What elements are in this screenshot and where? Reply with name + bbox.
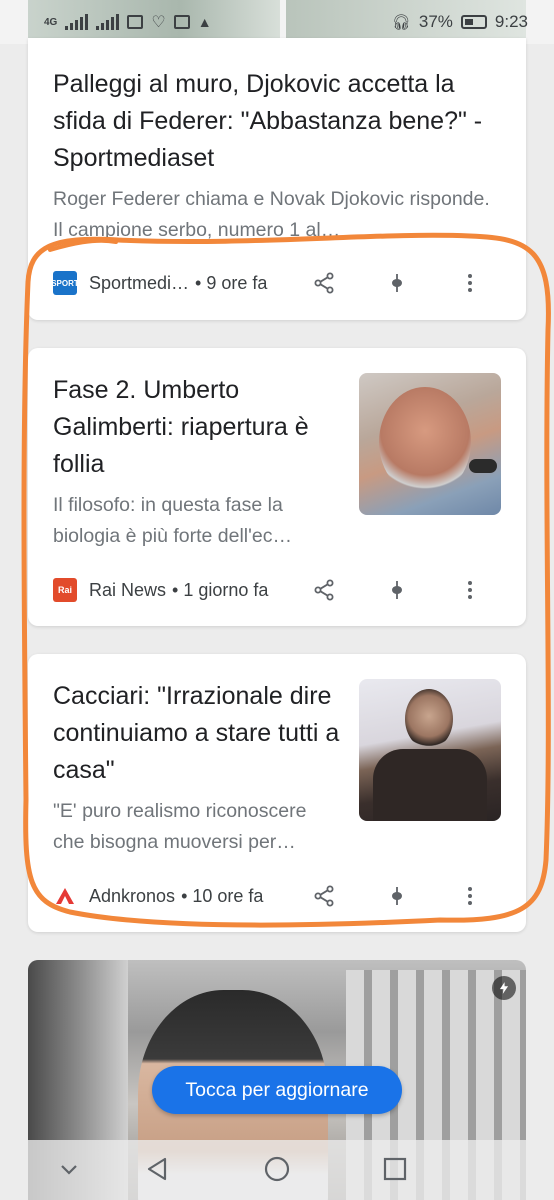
pin-icon[interactable]: [385, 884, 409, 908]
navigation-bar: [0, 1140, 554, 1200]
share-icon[interactable]: [312, 271, 336, 295]
publish-time: • 10 ore fa: [181, 885, 264, 906]
thumbnail-body: [373, 749, 487, 821]
article-snippet: Il filosofo: in questa fase la biologia …: [53, 494, 292, 547]
thumbnail-face: [379, 387, 471, 497]
recents-icon[interactable]: [380, 1154, 410, 1184]
source-logo: Rai: [53, 578, 77, 602]
source-logo-text: Rai: [57, 585, 72, 595]
chevron-down-icon[interactable]: [54, 1154, 84, 1184]
flash-glyph: [499, 982, 509, 994]
headphones-icon: 🎧︎: [391, 14, 411, 31]
article-card[interactable]: Fase 2. Umberto Galimberti: riapertura è…: [28, 348, 526, 626]
source-logo-text: SPORT: [51, 278, 79, 288]
article-meta: Adnkronos • 10 ore fa: [53, 880, 506, 912]
source-name[interactable]: Rai News: [89, 580, 166, 601]
share-icon[interactable]: [312, 884, 336, 908]
mail-icon: [173, 15, 190, 29]
source-logo: [56, 888, 74, 904]
share-icon[interactable]: [312, 578, 336, 602]
article-actions: [312, 271, 482, 295]
battery-icon: [460, 15, 487, 29]
article-actions: [312, 884, 482, 908]
article-snippet: Roger Federer chiama e Novak Djokovic ri…: [53, 188, 490, 241]
article-meta: Rai Rai News • 1 giorno fa: [53, 574, 506, 606]
article-thumbnail[interactable]: [359, 679, 501, 821]
article-card[interactable]: Palleggi al muro, Djokovic accetta la sf…: [28, 38, 526, 320]
health-heart-icon: ♡: [151, 14, 166, 31]
network-type-label: 4G: [44, 16, 58, 28]
more-vert-icon[interactable]: [458, 578, 482, 602]
clock: 9:23: [494, 12, 528, 31]
signal-icon: [65, 14, 89, 30]
pin-icon[interactable]: [385, 578, 409, 602]
article-thumbnail[interactable]: [359, 373, 501, 515]
thumbnail-microphone: [469, 459, 497, 473]
home-icon[interactable]: [262, 1154, 292, 1184]
status-right-icons: 🎧︎ 37% 9:23: [392, 12, 528, 32]
article-meta: SPORT Sportmedi… • 9 ore fa: [51, 267, 506, 299]
signal-2-icon: [96, 14, 120, 30]
more-vert-icon[interactable]: [458, 271, 482, 295]
adidas-app-icon: ▲: [197, 14, 212, 30]
source-name[interactable]: Adnkronos: [89, 886, 175, 907]
refresh-button[interactable]: Tocca per aggiornare: [152, 1066, 402, 1114]
source-logo: SPORT: [51, 271, 79, 295]
article-card[interactable]: Cacciari: "Irrazionale dire continuiamo …: [28, 654, 526, 932]
back-icon[interactable]: [143, 1154, 173, 1184]
battery-percent: 37%: [418, 12, 453, 31]
source-name[interactable]: Sportmedi…: [89, 273, 189, 294]
thumbnail-face: [405, 689, 453, 749]
more-vert-icon[interactable]: [458, 884, 482, 908]
status-left-icons: 4G ♡ ▲: [44, 12, 212, 32]
publish-time: • 9 ore fa: [195, 272, 268, 293]
article-title[interactable]: Palleggi al muro, Djokovic accetta la sf…: [53, 66, 503, 177]
publish-time: • 1 giorno fa: [172, 579, 269, 600]
article-title[interactable]: Fase 2. Umberto Galimberti: riapertura è…: [53, 372, 353, 483]
status-bar: 4G ♡ ▲ 🎧︎ 37% 9:23: [0, 0, 554, 44]
article-snippet: "E' puro realismo riconoscere che bisogn…: [53, 800, 307, 853]
article-actions: [312, 578, 482, 602]
flash-icon: [492, 976, 516, 1000]
pin-icon[interactable]: [385, 271, 409, 295]
calendar-icon: [127, 15, 144, 29]
article-title[interactable]: Cacciari: "Irrazionale dire continuiamo …: [53, 678, 353, 789]
